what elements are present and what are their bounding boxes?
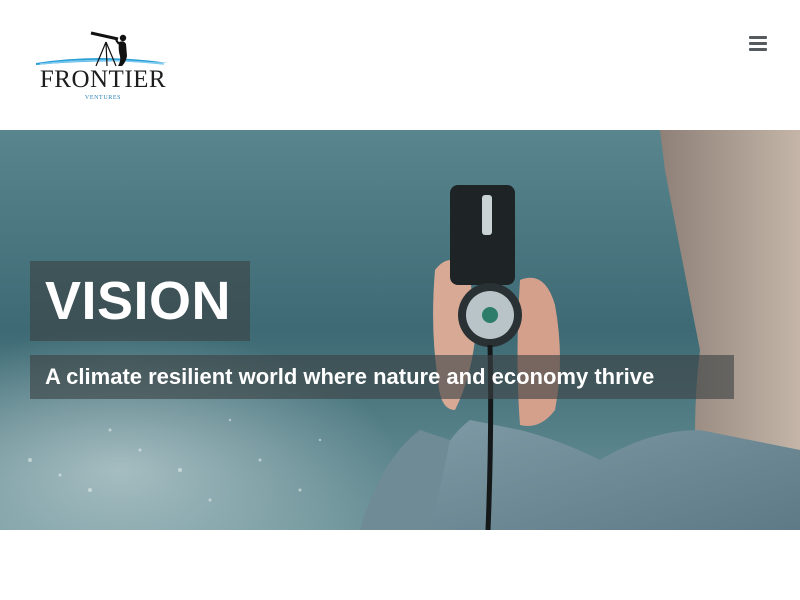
- hamburger-menu-icon[interactable]: [746, 34, 770, 54]
- logo-tagline: VENTURES: [84, 95, 122, 101]
- hero-banner: VISION A climate resilient world where n…: [0, 130, 800, 530]
- site-header: FRONTIER VENTURES: [0, 0, 800, 130]
- hero-subtitle: A climate resilient world where nature a…: [45, 364, 655, 389]
- content-area: [0, 530, 800, 600]
- hero-title: VISION: [45, 271, 232, 331]
- subtitle-overlay: A climate resilient world where nature a…: [30, 355, 734, 399]
- logo-wordmark: FRONTIER: [39, 66, 167, 93]
- title-overlay: VISION: [30, 261, 250, 341]
